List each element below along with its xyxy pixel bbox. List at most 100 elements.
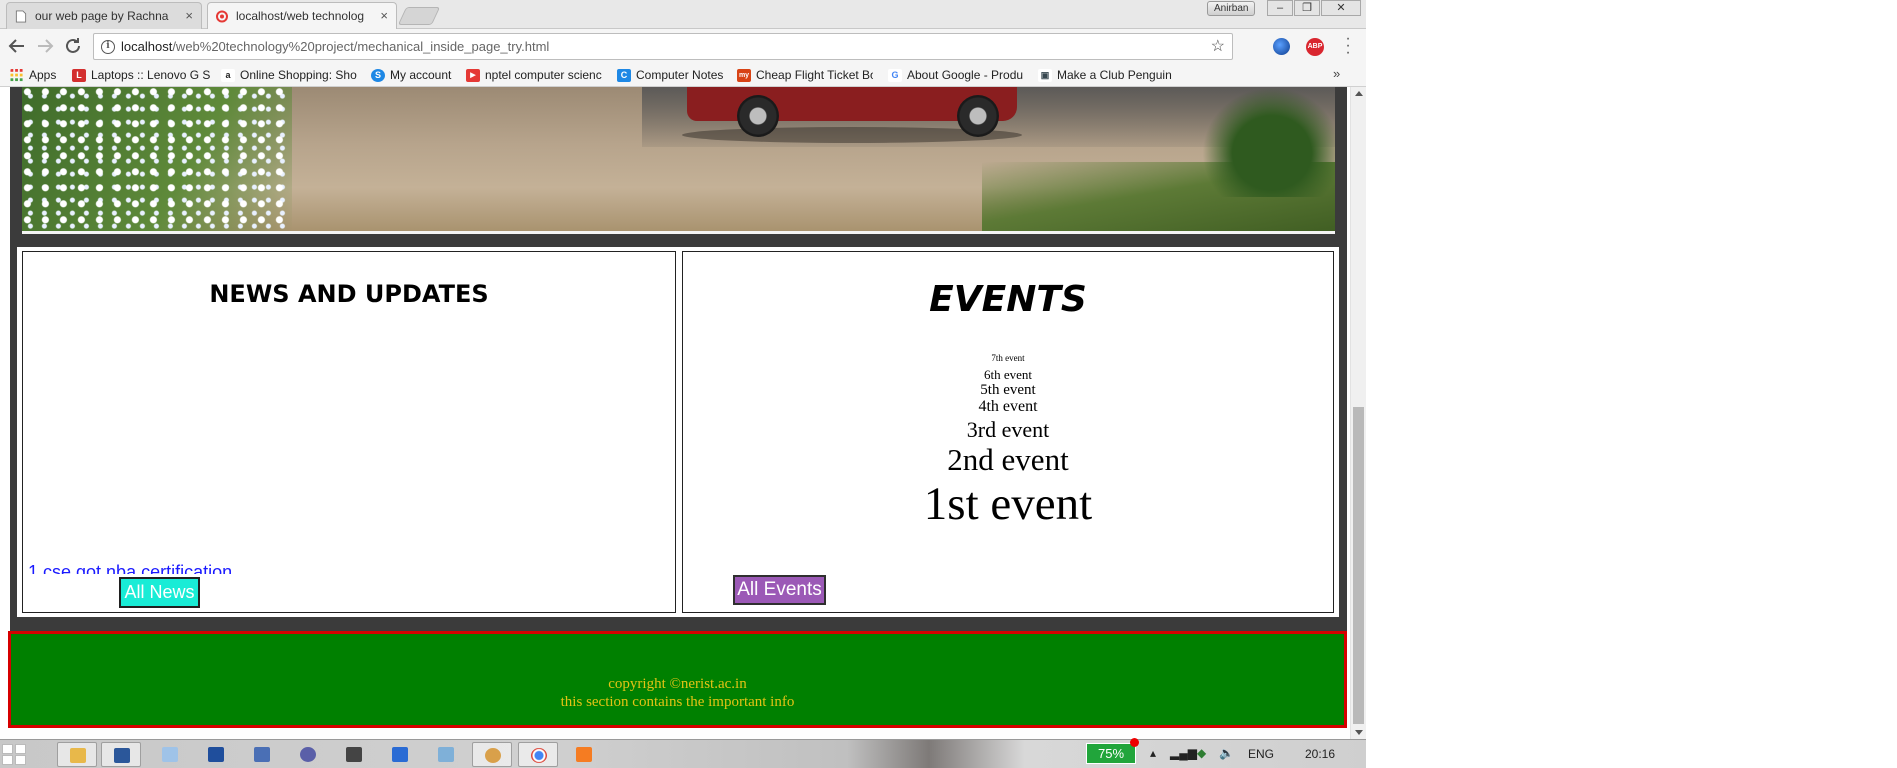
minimize-button[interactable]: –: [1267, 0, 1293, 16]
info-icon[interactable]: i: [101, 40, 115, 54]
close-window-button[interactable]: ✕: [1321, 0, 1361, 16]
taskbar-remote[interactable]: [242, 742, 282, 767]
tab-our-web-page[interactable]: our web page by Rachna ×: [6, 2, 202, 29]
page-footer: copyright ©nerist.ac.in this section con…: [8, 631, 1347, 728]
events-title: EVENTS: [929, 279, 1087, 320]
bookmarks-bar: Apps L Laptops :: Lenovo G S a Online Sh…: [0, 64, 1366, 87]
all-news-button[interactable]: All News: [119, 577, 200, 608]
notification-dot: [1130, 738, 1139, 747]
taskbar-glasses[interactable]: [288, 742, 328, 767]
network-signal-icon[interactable]: ▂▄▆: [1170, 746, 1197, 760]
url-text[interactable]: localhost/web%20technology%20project/mec…: [121, 34, 549, 59]
extension-globe-icon[interactable]: [1273, 38, 1290, 55]
glasses-icon: [300, 747, 316, 762]
maximize-button[interactable]: ❐: [1294, 0, 1320, 16]
taskbar-xampp[interactable]: [564, 742, 604, 767]
bookmark-nptel[interactable]: ▶ nptel computer scienc: [466, 67, 602, 84]
event-item[interactable]: 7th event: [683, 353, 1333, 363]
page-viewport: NEWS AND UPDATES 1.cse got nba certifica…: [0, 87, 1366, 739]
bookmarks-overflow-button[interactable]: »: [1333, 66, 1340, 81]
bookmark-star-icon[interactable]: ☆: [1211, 36, 1225, 56]
address-bar[interactable]: i localhost/web%20technology%20project/m…: [93, 33, 1233, 60]
banner-image: [22, 87, 1335, 234]
notepad-icon: [162, 747, 178, 762]
taskbar-paint[interactable]: [472, 742, 512, 767]
bookmark-label: Apps: [29, 68, 57, 82]
forward-arrow-icon: [38, 39, 54, 53]
bookmark-my-account[interactable]: S My account: [371, 67, 457, 84]
windows-taskbar: 75% ▴ ▂▄▆ ◆ 🔈 ENG 20:16: [0, 738, 1366, 768]
bookmark-label: About Google - Produ: [907, 68, 1024, 82]
brackets-icon: [392, 747, 408, 762]
page-icon: [15, 10, 27, 23]
content-row: NEWS AND UPDATES 1.cse got nba certifica…: [17, 247, 1339, 617]
bookmark-label: Online Shopping: Sho: [240, 68, 357, 82]
close-tab-icon[interactable]: ×: [185, 3, 193, 29]
vertical-scrollbar[interactable]: [1350, 87, 1366, 739]
tab-label: our web page by Rachna: [35, 9, 169, 23]
flight-icon: my: [737, 69, 751, 82]
penguin-icon: ▣: [1038, 69, 1052, 82]
menu-dots-icon[interactable]: · · ·: [1343, 31, 1353, 61]
back-button[interactable]: [5, 34, 29, 58]
news-ticker: 1.cse got nba certification: [28, 562, 428, 574]
reload-button[interactable]: [61, 34, 85, 58]
taskbar-word[interactable]: [101, 742, 141, 767]
scroll-down-arrow-icon[interactable]: [1355, 730, 1363, 735]
browser-toolbar: i localhost/web%20technology%20project/m…: [0, 29, 1366, 64]
bookmark-lenovo[interactable]: L Laptops :: Lenovo G S: [72, 67, 214, 84]
forward-button[interactable]: [33, 34, 57, 58]
taskbar-film[interactable]: [334, 742, 374, 767]
bookmark-label: Make a Club Penguin: [1057, 68, 1172, 82]
language-indicator[interactable]: ENG: [1248, 747, 1274, 761]
event-item[interactable]: 1st event: [683, 477, 1333, 531]
start-button[interactable]: [2, 744, 28, 766]
bookmark-amazon[interactable]: a Online Shopping: Sho: [221, 67, 357, 84]
tab-label: localhost/web technolog: [236, 9, 365, 23]
reload-icon: [66, 38, 80, 53]
security-shield-icon[interactable]: ◆: [1197, 746, 1206, 760]
bookmark-apps[interactable]: Apps: [10, 67, 62, 84]
taskbar-chrome[interactable]: [518, 742, 558, 767]
show-hidden-icons-icon[interactable]: ▴: [1150, 746, 1156, 760]
tab-localhost[interactable]: localhost/web technolog ×: [207, 2, 397, 29]
new-tab-button[interactable]: [397, 7, 441, 25]
adblock-icon[interactable]: ABP: [1306, 38, 1324, 56]
close-tab-icon[interactable]: ×: [380, 3, 388, 29]
scroll-up-arrow-icon[interactable]: [1355, 91, 1363, 96]
bookmark-cheap-flight[interactable]: my Cheap Flight Ticket Bo: [737, 67, 873, 84]
film-icon: [346, 747, 362, 762]
event-item[interactable]: 3rd event: [683, 417, 1333, 443]
bookmark-label: My account: [390, 68, 452, 82]
amazon-icon: a: [221, 69, 235, 82]
bookmark-label: Computer Notes: [636, 68, 724, 82]
notes-icon: C: [617, 69, 631, 82]
bookmark-about-google[interactable]: G About Google - Produ: [888, 67, 1024, 84]
bookmark-club-penguin[interactable]: ▣ Make a Club Penguin: [1038, 67, 1174, 84]
scrollbar-thumb[interactable]: [1353, 407, 1364, 724]
youtube-icon: ▶: [466, 69, 480, 82]
event-item[interactable]: 6th event: [683, 367, 1333, 383]
event-item[interactable]: 4th event: [683, 398, 1333, 416]
profile-button[interactable]: Anirban: [1207, 1, 1256, 16]
news-item-link[interactable]: 1.cse got nba certification: [28, 562, 232, 574]
network-icon: [438, 747, 454, 762]
all-events-button[interactable]: All Events: [733, 575, 826, 605]
volume-icon[interactable]: 🔈: [1219, 746, 1234, 760]
taskbar-app-blue[interactable]: [196, 742, 236, 767]
event-item[interactable]: 5th event: [683, 382, 1333, 399]
monitor-icon: [254, 747, 270, 762]
bookmark-label: Laptops :: Lenovo G S: [91, 68, 211, 82]
taskbar-file-explorer[interactable]: [57, 742, 97, 767]
paint-icon: [485, 748, 501, 763]
bookmark-computer-notes[interactable]: C Computer Notes: [617, 67, 727, 84]
taskbar-network[interactable]: [426, 742, 466, 767]
clock[interactable]: 20:16: [1305, 747, 1335, 761]
taskbar-notepad[interactable]: [150, 742, 190, 767]
calendar-icon: [208, 747, 224, 762]
taskbar-brackets[interactable]: [380, 742, 420, 767]
battery-indicator[interactable]: 75%: [1086, 743, 1136, 764]
xampp-icon: [576, 747, 592, 762]
folder-icon: [70, 748, 86, 763]
event-item[interactable]: 2nd event: [683, 442, 1333, 478]
